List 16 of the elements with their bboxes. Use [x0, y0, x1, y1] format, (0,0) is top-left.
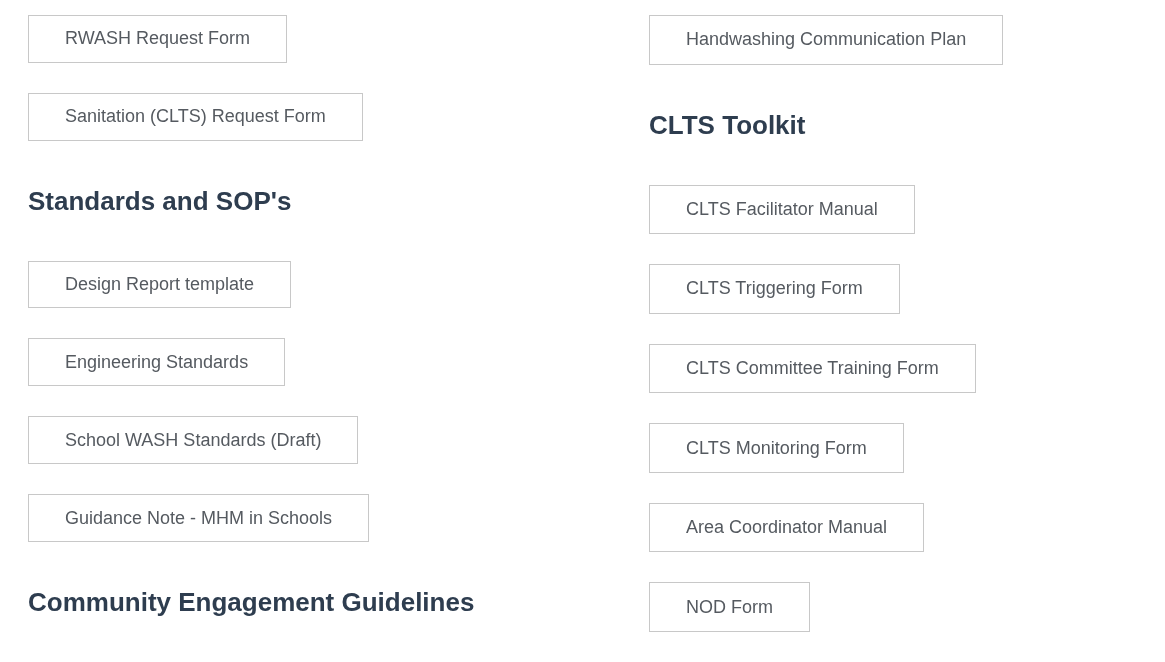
- document-link-button[interactable]: CLTS Committee Training Form: [649, 343, 976, 394]
- document-link-button[interactable]: Sanitation (CLTS) Request Form: [28, 92, 363, 141]
- section-heading: Community Engagement Guidelines: [28, 586, 476, 617]
- document-link-button[interactable]: Guidance Note - MHM in Schools: [28, 494, 370, 542]
- document-link-button[interactable]: CLTS Monitoring Form: [649, 423, 904, 473]
- document-link-button[interactable]: RWASH Request Form: [28, 15, 288, 63]
- document-link-button[interactable]: CLTS Facilitator Manual: [649, 184, 915, 235]
- document-link-button[interactable]: Area Coordinator Manual: [649, 502, 925, 553]
- document-link-button[interactable]: School WASH Standards (Draft): [28, 416, 359, 465]
- document-link-button[interactable]: Design Report template: [28, 260, 292, 309]
- section-heading: CLTS Toolkit: [649, 109, 807, 140]
- document-link-button[interactable]: Handwashing Communication Plan: [649, 15, 1004, 65]
- document-link-button[interactable]: CLTS Triggering Form: [649, 264, 900, 314]
- document-link-button[interactable]: Engineering Standards: [28, 338, 286, 387]
- section-heading: Standards and SOP's: [28, 185, 293, 216]
- document-link-button[interactable]: NOD Form: [649, 582, 810, 633]
